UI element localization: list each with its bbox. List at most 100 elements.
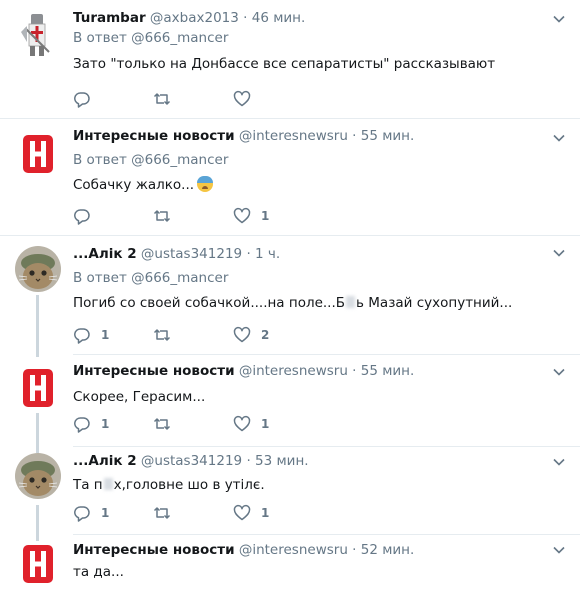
avatar[interactable] bbox=[15, 365, 61, 411]
reply-prefix: В ответ bbox=[73, 152, 127, 168]
author-username[interactable]: @interesnewsru bbox=[239, 363, 348, 379]
author-name[interactable]: Turambar bbox=[73, 10, 146, 26]
author-username[interactable]: @interesnewsru bbox=[239, 128, 348, 144]
chevron-down-icon[interactable] bbox=[552, 365, 566, 379]
heart-icon bbox=[233, 415, 251, 432]
censored-fragment bbox=[346, 296, 356, 308]
reply-count: 1 bbox=[101, 506, 110, 520]
tweet[interactable]: Turambar @axbax2013 · 46 мин. В ответ @6… bbox=[0, 0, 580, 118]
retweet-button[interactable] bbox=[153, 503, 233, 523]
tweet-time[interactable]: · 46 мин. bbox=[243, 10, 305, 26]
reply-icon bbox=[74, 92, 90, 108]
avatar[interactable] bbox=[15, 541, 61, 587]
retweet-button[interactable] bbox=[153, 89, 233, 109]
reply-button[interactable]: 1 bbox=[73, 414, 153, 434]
tweet[interactable]: Интересные новости @interesnewsru · 55 м… bbox=[0, 119, 580, 235]
reply-icon bbox=[74, 417, 90, 433]
news-h-logo-icon bbox=[23, 545, 53, 583]
tweet-header: Интересные новости @interesnewsru · 55 м… bbox=[73, 126, 560, 146]
tweet-header: Интересные новости @interesnewsru · 55 м… bbox=[73, 361, 560, 381]
tweet-text-part: Погиб со своей собачкой....на поле...Б bbox=[73, 295, 346, 311]
like-count: 1 bbox=[261, 209, 270, 223]
tweet-text: Зато "только на Донбассе все сепаратисты… bbox=[73, 56, 496, 72]
like-button[interactable]: 1 bbox=[233, 206, 313, 226]
avatar[interactable] bbox=[15, 246, 61, 292]
chevron-down-icon[interactable] bbox=[552, 455, 566, 469]
chevron-down-icon[interactable] bbox=[552, 543, 566, 557]
reply-prefix: В ответ bbox=[73, 30, 127, 46]
author-name[interactable]: ...Алік 2 bbox=[73, 246, 137, 262]
like-button[interactable]: 1 bbox=[233, 414, 313, 434]
retweet-button[interactable] bbox=[153, 206, 233, 226]
like-button[interactable]: 1 bbox=[233, 503, 313, 523]
reply-mention[interactable]: @666_mancer bbox=[131, 270, 228, 286]
tweet-header: ...Алік 2 @ustas341219 · 1 ч. bbox=[73, 244, 560, 264]
reply-icon bbox=[74, 506, 90, 522]
tweet-time[interactable]: · 55 мин. bbox=[352, 363, 414, 379]
tweet-header: ...Алік 2 @ustas341219 · 53 мин. bbox=[73, 451, 560, 471]
tweet[interactable]: Интересные новости @interesnewsru · 55 м… bbox=[0, 355, 580, 446]
tweet-header: Turambar @axbax2013 · 46 мин. bbox=[73, 8, 560, 28]
reply-button[interactable] bbox=[73, 89, 153, 109]
tweet-text-content: Собачку жалко... bbox=[73, 177, 195, 193]
author-username[interactable]: @axbax2013 bbox=[150, 10, 239, 26]
tweet-time[interactable]: · 52 мин. bbox=[352, 542, 414, 558]
reply-button[interactable]: 1 bbox=[73, 325, 153, 345]
like-count: 1 bbox=[261, 417, 270, 431]
avatar[interactable] bbox=[15, 12, 61, 58]
heart-icon bbox=[233, 504, 251, 521]
tweet-text-part: ь Мазай сухопутний... bbox=[356, 295, 513, 311]
author-username[interactable]: @ustas341219 bbox=[141, 453, 242, 469]
retweet-button[interactable] bbox=[153, 414, 233, 434]
tweet-time[interactable]: · 1 ч. bbox=[246, 246, 280, 262]
avatar[interactable] bbox=[15, 131, 61, 177]
reply-count: 1 bbox=[101, 417, 110, 431]
heart-icon bbox=[233, 207, 251, 224]
chevron-down-icon[interactable] bbox=[552, 246, 566, 260]
censored-fragment bbox=[103, 478, 113, 490]
tweet-text-part: Та п bbox=[73, 477, 103, 493]
reply-button[interactable] bbox=[73, 206, 153, 226]
tweet[interactable]: Интересные новости @interesnewsru · 52 м… bbox=[0, 535, 580, 591]
reply-context: В ответ @666_mancer bbox=[73, 28, 560, 48]
tweet-time[interactable]: · 55 мин. bbox=[352, 128, 414, 144]
like-button[interactable]: 2 bbox=[233, 325, 313, 345]
tweet-actions: 1 1 bbox=[73, 414, 313, 434]
reply-icon bbox=[74, 328, 90, 344]
tweet-time[interactable]: · 53 мин. bbox=[246, 453, 308, 469]
author-name[interactable]: Интересные новости bbox=[73, 363, 235, 379]
tweet-header: Интересные новости @interesnewsru · 52 м… bbox=[73, 540, 560, 560]
tweet[interactable]: ...Алік 2 @ustas341219 · 53 мин. Та п х,г… bbox=[0, 447, 580, 534]
author-name[interactable]: ...Алік 2 bbox=[73, 453, 137, 469]
retweet-icon bbox=[153, 418, 171, 430]
reply-count: 1 bbox=[101, 328, 110, 342]
cat-avatar-icon bbox=[15, 453, 61, 499]
reply-mention[interactable]: @666_mancer bbox=[131, 30, 228, 46]
heart-icon bbox=[233, 90, 251, 107]
avatar[interactable] bbox=[15, 453, 61, 499]
reply-icon bbox=[74, 209, 90, 225]
retweet-icon bbox=[153, 93, 171, 105]
news-h-logo-icon bbox=[23, 135, 53, 173]
reply-mention[interactable]: @666_mancer bbox=[131, 152, 228, 168]
like-count: 2 bbox=[261, 328, 270, 342]
reply-context: В ответ @666_mancer bbox=[73, 150, 560, 170]
reply-button[interactable]: 1 bbox=[73, 503, 153, 523]
retweet-button[interactable] bbox=[153, 325, 233, 345]
author-username[interactable]: @interesnewsru bbox=[239, 542, 348, 558]
cat-avatar-icon bbox=[15, 246, 61, 292]
chevron-down-icon[interactable] bbox=[552, 12, 566, 26]
author-username[interactable]: @ustas341219 bbox=[141, 246, 242, 262]
tweet-actions: 1 bbox=[73, 206, 313, 226]
tweet-text-part: х,головне шо в утілє. bbox=[113, 477, 265, 493]
like-button[interactable] bbox=[233, 89, 313, 109]
author-name[interactable]: Интересные новости bbox=[73, 128, 235, 144]
retweet-icon bbox=[153, 329, 171, 341]
retweet-icon bbox=[153, 507, 171, 519]
chevron-down-icon[interactable] bbox=[552, 131, 566, 145]
heart-icon bbox=[233, 326, 251, 343]
author-name[interactable]: Интересные новости bbox=[73, 542, 235, 558]
tweet-actions: 1 2 bbox=[73, 325, 313, 345]
tweet-text: Та п х,головне шо в утілє. bbox=[73, 475, 560, 495]
tweet[interactable]: ...Алік 2 @ustas341219 · 1 ч. В ответ @6… bbox=[0, 236, 580, 354]
